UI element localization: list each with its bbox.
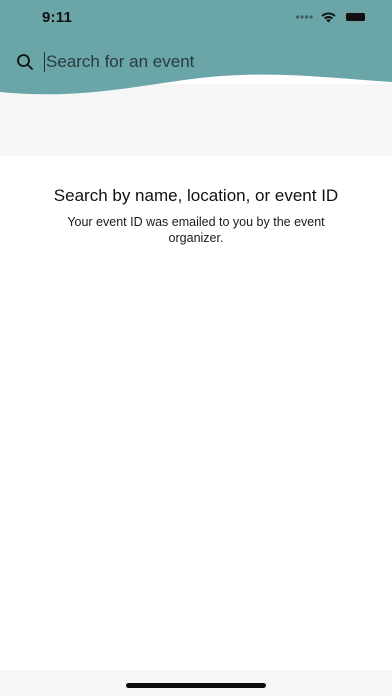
status-time: 9:11 — [42, 9, 72, 26]
wifi-icon — [321, 12, 336, 23]
search-input[interactable] — [46, 52, 346, 72]
signal-dots-icon — [295, 15, 313, 19]
text-cursor — [44, 52, 45, 72]
status-icons — [295, 11, 370, 23]
empty-state-title: Search by name, location, or event ID — [53, 186, 339, 205]
home-indicator[interactable] — [126, 683, 266, 688]
battery-icon — [344, 11, 370, 23]
status-bar: 9:11 — [0, 0, 392, 36]
search-icon[interactable] — [16, 53, 34, 71]
header: 9:11 — [0, 0, 392, 112]
empty-state: Search by name, location, or event ID Yo… — [40, 186, 352, 246]
empty-state-subtitle: Your event ID was emailed to you by the … — [67, 215, 325, 245]
search-bar[interactable] — [16, 48, 376, 76]
